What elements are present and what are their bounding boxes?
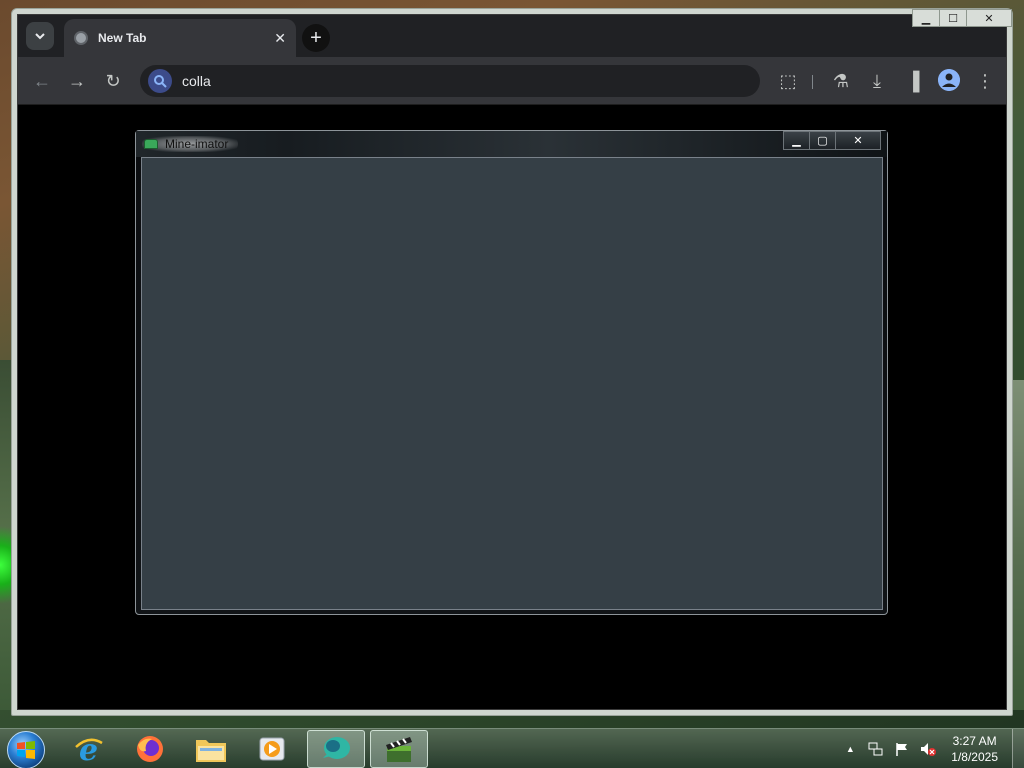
media-player-icon xyxy=(259,737,285,761)
profile-avatar-icon[interactable] xyxy=(938,69,960,91)
browser-window-controls: ▁ ☐ ✕ xyxy=(912,9,1012,27)
address-bar-text: colla xyxy=(182,73,211,89)
mine-imator-app-icon xyxy=(323,737,350,759)
address-bar[interactable]: colla xyxy=(140,65,760,97)
windows-logo-icon xyxy=(17,741,35,759)
new-tab-button[interactable]: + xyxy=(302,24,330,52)
taskbar-mine-imator[interactable] xyxy=(307,730,365,768)
svg-text:e: e xyxy=(79,733,98,765)
minecraft-clapper-icon xyxy=(386,737,412,762)
mine-imator-logo-icon xyxy=(144,139,158,149)
show-desktop-button[interactable] xyxy=(1012,729,1024,768)
mine-imator-title-area: Mine-imator xyxy=(142,136,239,152)
clock-time: 3:27 AM xyxy=(952,734,997,748)
taskbar-internet-explorer[interactable]: e xyxy=(60,730,118,768)
network-icon[interactable] xyxy=(867,740,885,758)
tab-search-button[interactable] xyxy=(26,22,54,50)
download-icon[interactable]: ⤓ xyxy=(865,69,889,93)
tab-close-icon[interactable]: ✕ xyxy=(274,30,286,47)
close-button[interactable]: ✕ xyxy=(966,9,1012,27)
mine-imator-client-area[interactable] xyxy=(141,157,883,610)
clock-date: 1/8/2025 xyxy=(951,750,998,764)
tab-new-tab[interactable]: New Tab ✕ xyxy=(64,19,296,57)
minimize-button[interactable]: ▁ xyxy=(912,9,940,27)
taskbar-minecraft[interactable] xyxy=(370,730,428,768)
tab-title: New Tab xyxy=(98,31,147,45)
mine-imator-maximize-button[interactable]: ▢ xyxy=(809,131,836,150)
start-button[interactable] xyxy=(7,731,45,768)
extensions-icon[interactable]: ⬚ xyxy=(776,69,800,93)
chevron-down-icon xyxy=(35,33,45,40)
menu-kebab-icon[interactable]: ⋮ xyxy=(973,69,997,93)
mine-imator-close-button[interactable]: ✕ xyxy=(835,131,881,150)
action-center-flag-icon[interactable] xyxy=(893,740,911,758)
show-hidden-icons-icon[interactable]: ▲ xyxy=(841,740,859,758)
forward-icon[interactable]: → xyxy=(65,69,89,93)
taskbar-file-explorer[interactable] xyxy=(182,730,240,768)
mine-imator-titlebar[interactable]: Mine-imator ▁ ▢ ✕ xyxy=(136,131,887,157)
taskbar-firefox[interactable] xyxy=(121,730,179,768)
mine-imator-window-controls: ▁ ▢ ✕ xyxy=(783,131,881,150)
side-panel-icon[interactable]: ▐ xyxy=(901,69,925,93)
browser-toolbar: ← → ↻ colla ⬚ ⚗ ⤓ ▐ ⋮ xyxy=(18,57,1006,105)
search-icon xyxy=(148,69,172,93)
mine-imator-window: Mine-imator ▁ ▢ ✕ xyxy=(135,130,888,615)
tab-strip: New Tab ✕ + xyxy=(18,15,1006,57)
volume-muted-icon[interactable] xyxy=(919,740,937,758)
system-tray: ▲ 3:27 AM 1/8/2025 xyxy=(837,729,1024,768)
toolbar-divider xyxy=(812,75,813,89)
internet-explorer-icon: e xyxy=(75,733,103,765)
reload-icon[interactable]: ↻ xyxy=(101,69,125,93)
labs-flask-icon[interactable]: ⚗ xyxy=(829,69,853,93)
taskbar-media-player[interactable] xyxy=(243,730,301,768)
mine-imator-title: Mine-imator xyxy=(165,137,229,151)
back-icon[interactable]: ← xyxy=(30,69,54,93)
taskbar-clock[interactable]: 3:27 AM 1/8/2025 xyxy=(951,733,998,765)
mine-imator-minimize-button[interactable]: ▁ xyxy=(783,131,810,150)
taskbar: e ▲ 3:27 AM 1/8/2025 xyxy=(0,728,1024,768)
firefox-icon xyxy=(137,736,163,762)
globe-icon xyxy=(74,31,88,45)
maximize-button[interactable]: ☐ xyxy=(939,9,967,27)
folder-icon xyxy=(196,740,226,762)
